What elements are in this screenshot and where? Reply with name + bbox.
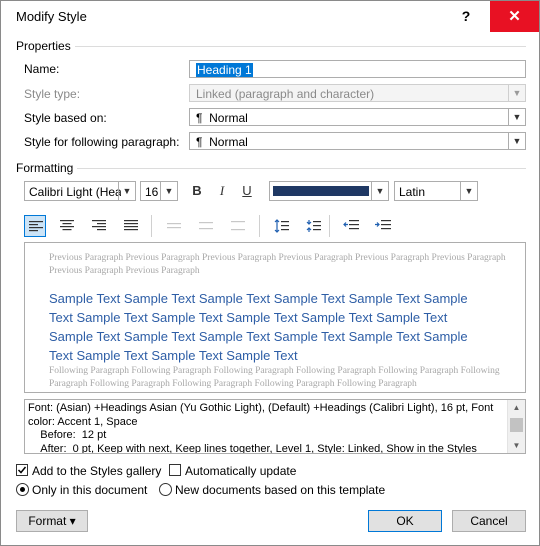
modify-style-dialog: Modify Style ? ✕ Properties Name: Headin…	[0, 0, 540, 546]
chevron-down-icon[interactable]: ▼	[371, 182, 388, 200]
only-this-document-radio[interactable]	[16, 483, 29, 496]
increase-spacing-icon	[274, 219, 289, 233]
description-scrollbar[interactable]: ▲ ▼	[507, 400, 525, 453]
close-button[interactable]: ✕	[490, 1, 539, 32]
scroll-thumb[interactable]	[510, 418, 523, 432]
formatting-divider	[77, 168, 526, 169]
previous-paragraph-text: Previous Paragraph Previous Paragraph Pr…	[49, 253, 506, 276]
cancel-button[interactable]: Cancel	[452, 510, 526, 532]
font-color-select[interactable]: ▼	[269, 181, 389, 201]
following-value: Normal	[209, 135, 248, 149]
single-space-button[interactable]	[163, 215, 185, 237]
chevron-down-icon[interactable]: ▼	[118, 182, 135, 200]
increase-indent-icon	[375, 220, 391, 230]
chevron-down-icon: ▼	[508, 85, 525, 101]
font-size-select[interactable]: 16 ▼	[140, 181, 178, 201]
format-button[interactable]: Format ▾	[16, 510, 88, 532]
style-type-label: Style type:	[24, 87, 81, 101]
underline-button[interactable]: U	[237, 181, 257, 201]
based-on-label: Style based on:	[24, 111, 107, 125]
auto-update-checkbox[interactable]	[169, 464, 181, 476]
chevron-down-icon[interactable]: ▼	[508, 133, 525, 149]
align-left-button[interactable]	[24, 215, 46, 237]
chevron-down-icon[interactable]: ▼	[160, 182, 177, 200]
new-documents-radio[interactable]	[159, 483, 172, 496]
align-center-icon	[60, 220, 74, 231]
chevron-down-icon[interactable]: ▼	[508, 109, 525, 125]
color-swatch	[273, 186, 369, 196]
decrease-paragraph-spacing-button[interactable]	[302, 215, 324, 237]
based-on-select[interactable]: ¶ Normal ▼	[189, 108, 526, 126]
style-description: Font: (Asian) +Headings Asian (Yu Gothic…	[24, 399, 526, 454]
font-value: Calibri Light (Heac	[29, 185, 121, 199]
title-bar: Modify Style ? ✕	[1, 1, 539, 32]
pilcrow-icon: ¶	[196, 135, 203, 149]
name-input[interactable]: Heading 1	[189, 60, 526, 78]
line-spacing-onehalf-icon	[199, 222, 213, 230]
properties-divider	[75, 46, 526, 47]
one-half-space-button[interactable]	[195, 215, 217, 237]
add-to-gallery-checkbox[interactable]	[16, 464, 28, 476]
script-value: Latin	[399, 185, 426, 199]
following-paragraph-label: Style for following paragraph:	[24, 135, 180, 149]
justify-icon	[124, 220, 138, 231]
add-to-gallery-label: Add to the Styles gallery	[32, 464, 162, 478]
font-select[interactable]: Calibri Light (Heac ▼	[24, 181, 136, 201]
following-paragraph-text: Following Paragraph Following Paragraph …	[49, 366, 500, 389]
formatting-section-label: Formatting	[16, 161, 74, 175]
help-button[interactable]: ?	[442, 1, 490, 32]
align-center-button[interactable]	[56, 215, 78, 237]
italic-button[interactable]: I	[212, 181, 232, 201]
toolbar-separator	[259, 215, 260, 237]
line-spacing-double-icon	[231, 221, 245, 231]
align-left-icon	[29, 221, 43, 232]
scroll-down-icon[interactable]: ▼	[508, 438, 525, 453]
properties-section-label: Properties	[16, 39, 71, 53]
following-paragraph-select[interactable]: ¶ Normal ▼	[189, 132, 526, 150]
double-space-button[interactable]	[227, 215, 249, 237]
script-select[interactable]: Latin ▼	[394, 181, 478, 201]
radio-selected-dot	[20, 487, 25, 492]
auto-update-label: Automatically update	[185, 464, 297, 478]
pilcrow-icon: ¶	[196, 111, 203, 125]
scroll-up-icon[interactable]: ▲	[508, 400, 525, 415]
line-spacing-single-icon	[167, 223, 181, 229]
style-type-value: Linked (paragraph and character)	[196, 87, 375, 101]
toolbar-separator	[329, 215, 330, 237]
ok-button[interactable]: OK	[368, 510, 442, 532]
only-this-document-label: Only in this document	[32, 483, 148, 497]
bold-button[interactable]: B	[187, 181, 207, 201]
style-preview: Previous Paragraph Previous Paragraph Pr…	[24, 242, 526, 393]
decrease-indent-icon	[343, 220, 359, 230]
decrease-spacing-icon	[306, 220, 321, 232]
name-value: Heading 1	[196, 63, 253, 77]
increase-paragraph-spacing-button[interactable]	[270, 215, 292, 237]
new-documents-label: New documents based on this template	[175, 483, 386, 497]
toolbar-separator	[151, 215, 152, 237]
align-right-icon	[92, 220, 106, 231]
increase-indent-button[interactable]	[371, 215, 393, 237]
align-right-button[interactable]	[88, 215, 110, 237]
dialog-title: Modify Style	[16, 9, 87, 24]
style-type-select: Linked (paragraph and character) ▼	[189, 84, 526, 102]
sample-text: Sample Text Sample Text Sample Text Samp…	[49, 291, 468, 363]
style-description-text: Font: (Asian) +Headings Asian (Yu Gothic…	[28, 402, 494, 454]
font-size-value: 16	[145, 185, 159, 199]
decrease-indent-button[interactable]	[339, 215, 361, 237]
checkmark-icon	[17, 466, 27, 474]
name-label: Name:	[24, 62, 60, 76]
chevron-down-icon[interactable]: ▼	[460, 182, 477, 200]
justify-button[interactable]	[120, 215, 142, 237]
based-on-value: Normal	[209, 111, 248, 125]
